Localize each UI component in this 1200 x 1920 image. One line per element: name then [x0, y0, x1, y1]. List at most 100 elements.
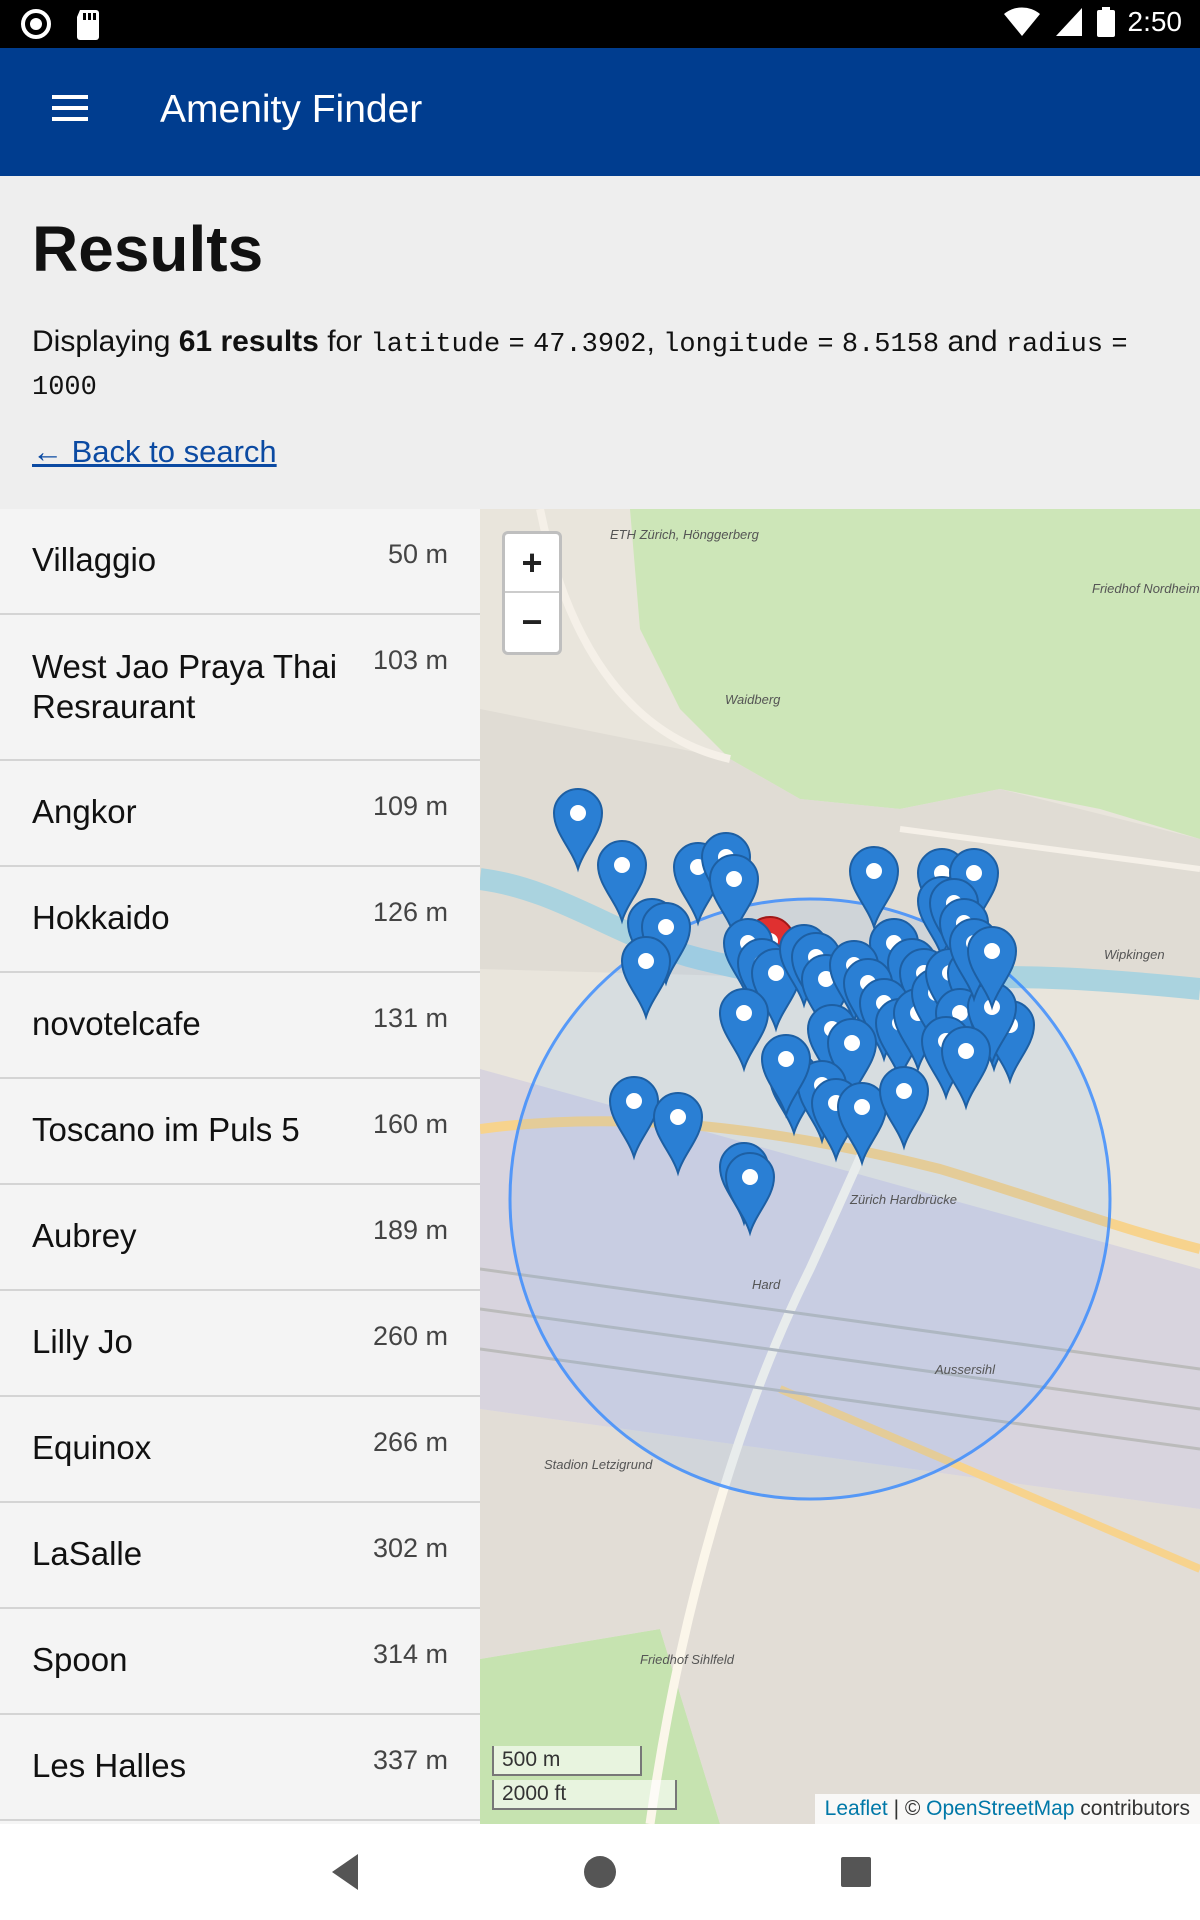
list-item[interactable]: novotelcafe 131 m — [0, 973, 480, 1079]
map[interactable]: ETH Zürich, Hönggerberg Friedhof Nordhei… — [480, 509, 1200, 1824]
map-label: Friedhof Nordheim — [1092, 581, 1200, 596]
page-title: Results — [32, 213, 264, 285]
map-label: Stadion Letzigrund — [544, 1457, 653, 1472]
result-name: Spoon — [32, 1641, 128, 1678]
record-icon — [21, 9, 51, 39]
clock: 2:50 — [1127, 6, 1183, 37]
list-item[interactable]: LaSalle 302 m — [0, 1503, 480, 1609]
list-item[interactable]: Toscano im Puls 5 160 m — [0, 1079, 480, 1185]
summary-prefix: Displaying — [32, 325, 171, 358]
wifi-icon — [1003, 7, 1040, 37]
signal-icon — [1055, 8, 1082, 36]
result-name: West Jao Praya Thai Resraurant — [32, 648, 338, 725]
map-label: Hard — [752, 1277, 781, 1292]
map-marker-dot — [844, 1035, 860, 1051]
list-item[interactable]: Hokkaido 126 m — [0, 867, 480, 973]
result-distance: 302 m — [372, 1533, 448, 1563]
summary-and: and — [947, 325, 998, 358]
summary-comma: , — [646, 325, 655, 358]
results-summary: Displaying 61 results for latitude = 47.… — [32, 322, 1172, 408]
zoom-in-button[interactable]: + — [505, 534, 559, 593]
list-item[interactable]: Les Halles 337 m — [0, 1715, 480, 1821]
battery-icon — [1096, 7, 1115, 37]
longitude-value: 8.5158 — [841, 330, 940, 360]
equals-sign: = — [508, 330, 525, 360]
map-marker-dot — [670, 1109, 686, 1125]
recents-icon[interactable] — [830, 1846, 882, 1898]
map-label: Aussersihl — [934, 1362, 996, 1377]
map-marker-dot — [614, 857, 630, 873]
summary-for: for — [327, 325, 363, 358]
map-label: Friedhof Sihlfeld — [640, 1652, 735, 1667]
result-distance: 109 m — [372, 791, 448, 821]
list-item[interactable]: Angkor 109 m — [0, 761, 480, 867]
radius-value: 1000 — [32, 373, 97, 403]
list-item[interactable]: Aubrey 189 m — [0, 1185, 480, 1291]
result-name: Hokkaido — [32, 899, 170, 936]
result-distance: 131 m — [372, 1003, 448, 1033]
result-name: LaSalle — [32, 1535, 143, 1572]
map-attribution: Leaflet | © OpenStreetMap contributors — [814, 1794, 1200, 1824]
list-item[interactable]: Lilly Jo 260 m — [0, 1291, 480, 1397]
result-name: Angkor — [32, 793, 137, 830]
map-marker-dot — [958, 1043, 974, 1059]
result-distance: 260 m — [372, 1321, 448, 1351]
results-count: 61 results — [178, 325, 319, 358]
result-name: Equinox — [32, 1429, 152, 1466]
list-item[interactable]: Villaggio 50 m — [0, 509, 480, 615]
result-distance: 314 m — [372, 1639, 448, 1669]
result-name: Aubrey — [32, 1217, 137, 1254]
list-item[interactable]: Spoon 314 m — [0, 1609, 480, 1715]
sd-card-icon — [77, 10, 99, 40]
equals-sign: = — [1111, 330, 1128, 360]
map-label: Wipkingen — [1104, 947, 1165, 962]
map-marker-dot — [658, 919, 674, 935]
latitude-value: 47.3902 — [533, 330, 647, 360]
result-distance: 126 m — [372, 897, 448, 927]
equals-sign: = — [817, 330, 834, 360]
map-marker-dot — [966, 865, 982, 881]
map-marker-dot — [736, 1005, 752, 1021]
list-item[interactable]: Equinox 266 m — [0, 1397, 480, 1503]
result-distance: 103 m — [372, 645, 448, 675]
map-label: Waidberg — [725, 692, 781, 707]
map-marker-dot — [866, 863, 882, 879]
app-bar: Amenity Finder — [0, 48, 1200, 176]
result-name: Toscano im Puls 5 — [32, 1111, 300, 1148]
map-marker-dot — [854, 1099, 870, 1115]
result-name: novotelcafe — [32, 1005, 201, 1042]
map-marker-dot — [626, 1093, 642, 1109]
map-marker-dot — [742, 1169, 758, 1185]
list-item[interactable]: West Jao Praya Thai Resraurant 103 m — [0, 615, 480, 761]
map-marker-dot — [984, 943, 1000, 959]
zoom-out-button[interactable]: − — [505, 593, 559, 652]
status-bar: 2:50 — [0, 0, 1200, 48]
result-name: Les Halles — [32, 1747, 187, 1784]
scale-metric: 500 m — [492, 1746, 642, 1776]
result-distance: 266 m — [372, 1427, 448, 1457]
home-icon[interactable] — [574, 1846, 626, 1898]
leaflet-link[interactable]: Leaflet — [825, 1797, 888, 1820]
result-distance: 189 m — [372, 1215, 448, 1245]
longitude-key: longitude — [663, 330, 809, 360]
menu-icon[interactable] — [40, 88, 104, 136]
zoom-control: + − — [502, 531, 562, 655]
scale-bar: 500 m 2000 ft — [492, 1746, 677, 1814]
map-marker-dot — [570, 805, 586, 821]
result-name: Lilly Jo — [32, 1323, 133, 1360]
map-label: Zürich Hardbrücke — [849, 1192, 957, 1207]
navigation-bar — [0, 1824, 1200, 1920]
osm-link[interactable]: OpenStreetMap — [926, 1797, 1074, 1820]
result-distance: 50 m — [387, 539, 448, 569]
result-distance: 160 m — [372, 1109, 448, 1139]
back-to-search-link[interactable]: ← Back to search — [32, 434, 277, 470]
attribution-separator: | © — [887, 1797, 927, 1820]
result-name: Villaggio — [32, 541, 157, 578]
latitude-key: latitude — [370, 330, 501, 360]
scale-imperial: 2000 ft — [492, 1780, 677, 1810]
back-icon[interactable] — [320, 1846, 372, 1898]
results-list: Villaggio 50 m West Jao Praya Thai Resra… — [0, 509, 480, 1824]
map-marker-dot — [896, 1083, 912, 1099]
map-tiles: ETH Zürich, Hönggerberg Friedhof Nordhei… — [480, 509, 1200, 1824]
app-title: Amenity Finder — [160, 88, 423, 131]
